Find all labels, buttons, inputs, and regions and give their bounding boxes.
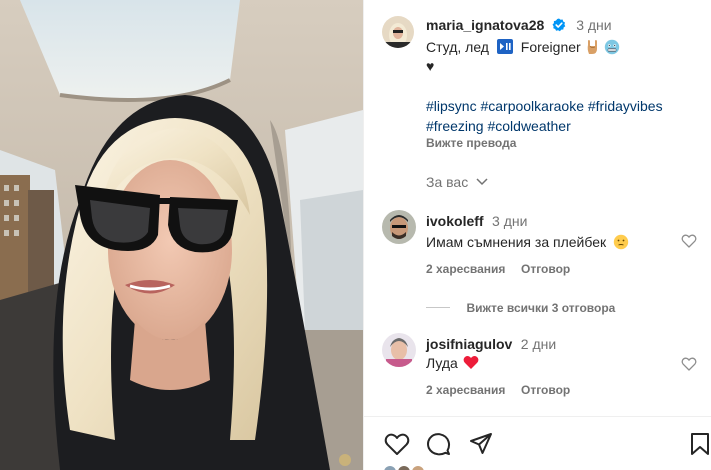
- post-media[interactable]: [0, 0, 363, 470]
- liked-by-avatar[interactable]: [410, 464, 426, 470]
- comment-header: josifniagulov 2 дни: [426, 336, 556, 354]
- caption-block: maria_ignatova28 3 дни: [426, 17, 612, 35]
- comment-time: 2 дни: [520, 336, 557, 352]
- post-panel: maria_ignatova28 3 дни Студ, лед Foreign…: [363, 0, 711, 470]
- caption-text: Студ, лед: [426, 39, 489, 55]
- author-avatar[interactable]: [382, 16, 414, 48]
- actions-divider: [364, 416, 711, 417]
- comment-icon[interactable]: [426, 432, 451, 457]
- rock-hand-emoji: [587, 39, 597, 54]
- comment-username[interactable]: josifniagulov: [426, 336, 512, 352]
- caption-line-1: Студ, лед Foreigner: [426, 39, 620, 55]
- commenter-avatar[interactable]: [382, 333, 416, 367]
- comment-header: ivokoleff 3 дни: [426, 213, 527, 231]
- commenter-avatar-image: [382, 210, 416, 244]
- comments-sort-dropdown[interactable]: За вас: [426, 174, 488, 190]
- play-pause-icon: [496, 39, 513, 54]
- comment-time: 3 дни: [492, 213, 528, 229]
- caption-line-2: ♥: [426, 58, 435, 74]
- view-replies-label: Вижте всички 3 отговора: [466, 301, 616, 315]
- heart-icon[interactable]: [384, 432, 410, 456]
- thinking-face-emoji: [613, 234, 629, 250]
- bookmark-icon[interactable]: [690, 432, 710, 456]
- verified-badge-icon: [552, 18, 566, 32]
- comment-likes-count[interactable]: 2 харесвания: [426, 383, 505, 397]
- red-heart-emoji: [463, 355, 479, 369]
- replies-divider-line: [426, 307, 450, 308]
- author-username[interactable]: maria_ignatova28: [426, 17, 544, 33]
- post-time: 3 дни: [576, 17, 612, 33]
- comment-reply-button[interactable]: Отговор: [521, 383, 570, 397]
- caption-band: Foreigner: [520, 39, 581, 55]
- hashtags-line-1[interactable]: #lipsync #carpoolkaraoke #fridayvibes: [426, 97, 663, 115]
- comment-like-heart-icon[interactable]: [681, 356, 697, 372]
- comment-text: Имам съмнения за плейбек: [426, 234, 607, 250]
- video-frame: [0, 0, 363, 470]
- author-avatar-image: [382, 16, 414, 48]
- comment-text-row: Имам съмнения за плейбек: [426, 234, 629, 250]
- comment-likes-count[interactable]: 2 харесвания: [426, 262, 505, 276]
- commenter-avatar[interactable]: [382, 210, 416, 244]
- comment-reply-button[interactable]: Отговор: [521, 262, 570, 276]
- commenter-avatar-image: [382, 333, 416, 367]
- comments-sort-label: За вас: [426, 174, 469, 190]
- chevron-down-icon: [476, 178, 488, 186]
- comment-text-row: Луда: [426, 355, 479, 371]
- freezing-face-emoji: [605, 39, 620, 55]
- comment-text: Луда: [426, 355, 458, 371]
- comment-username[interactable]: ivokoleff: [426, 213, 484, 229]
- see-translation-link[interactable]: Вижте превода: [426, 136, 516, 150]
- comment-like-heart-icon[interactable]: [681, 233, 697, 249]
- view-replies-toggle[interactable]: Вижте всички 3 отговора: [426, 299, 615, 317]
- share-icon[interactable]: [469, 432, 493, 456]
- hashtags-line-2[interactable]: #freezing #coldweather: [426, 117, 571, 135]
